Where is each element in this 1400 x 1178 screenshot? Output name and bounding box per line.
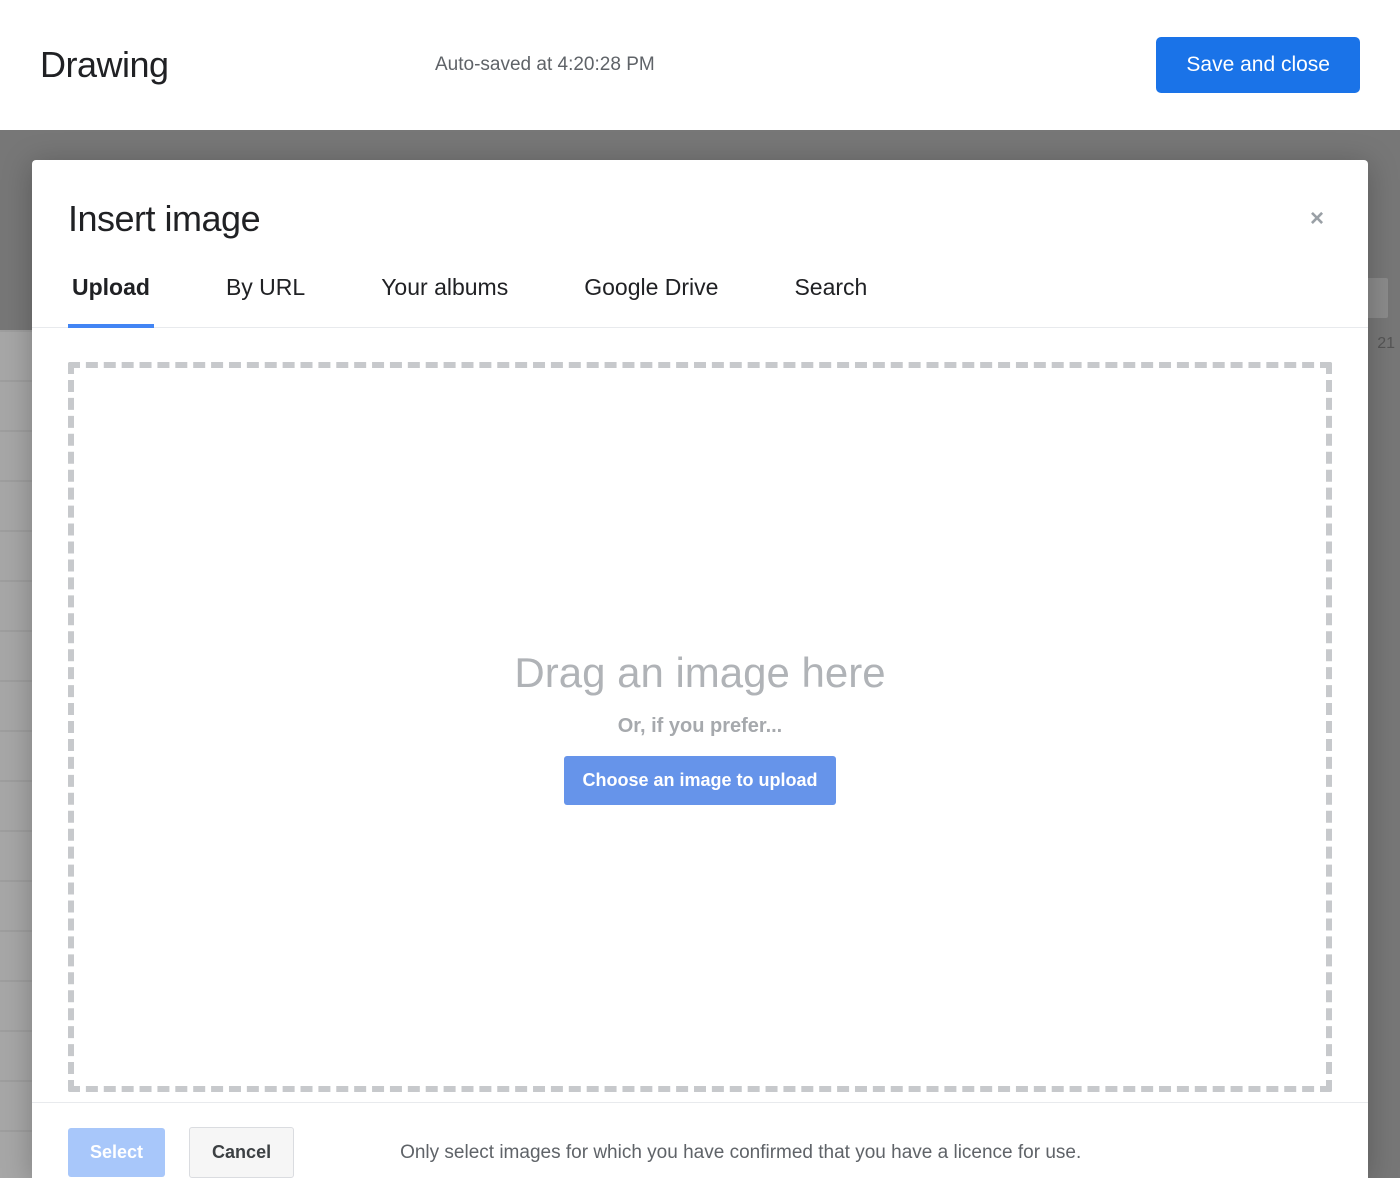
save-and-close-button[interactable]: Save and close bbox=[1156, 37, 1360, 93]
tab-upload[interactable]: Upload bbox=[72, 274, 150, 327]
modal-footer: Select Cancel Only select images for whi… bbox=[32, 1102, 1368, 1178]
modal-title: Insert image bbox=[68, 198, 260, 240]
dropzone-heading: Drag an image here bbox=[514, 649, 885, 697]
vertical-ruler bbox=[0, 330, 32, 1178]
ruler-tick-label: 21 bbox=[1377, 335, 1395, 353]
autosave-status: Auto-saved at 4:20:28 PM bbox=[435, 54, 655, 76]
tab-by-url[interactable]: By URL bbox=[226, 274, 305, 327]
modal-tabs: Upload By URL Your albums Google Drive S… bbox=[32, 252, 1368, 328]
modal-header: Insert image × bbox=[32, 160, 1368, 252]
insert-image-modal: Insert image × Upload By URL Your albums… bbox=[32, 160, 1368, 1178]
licence-disclaimer: Only select images for which you have co… bbox=[400, 1142, 1081, 1164]
close-icon[interactable]: × bbox=[1302, 201, 1332, 237]
cancel-button[interactable]: Cancel bbox=[189, 1127, 294, 1178]
upload-dropzone[interactable]: Drag an image here Or, if you prefer... … bbox=[68, 362, 1332, 1092]
choose-image-button[interactable]: Choose an image to upload bbox=[564, 756, 835, 805]
tab-your-albums[interactable]: Your albums bbox=[381, 274, 508, 327]
tab-google-drive[interactable]: Google Drive bbox=[584, 274, 718, 327]
select-button[interactable]: Select bbox=[68, 1128, 165, 1177]
dropzone-subtext: Or, if you prefer... bbox=[618, 715, 783, 738]
dropzone-container: Drag an image here Or, if you prefer... … bbox=[32, 328, 1368, 1102]
drawing-title: Drawing bbox=[40, 44, 169, 86]
tab-search[interactable]: Search bbox=[794, 274, 867, 327]
drawing-dialog-header: Drawing Auto-saved at 4:20:28 PM Save an… bbox=[0, 0, 1400, 130]
